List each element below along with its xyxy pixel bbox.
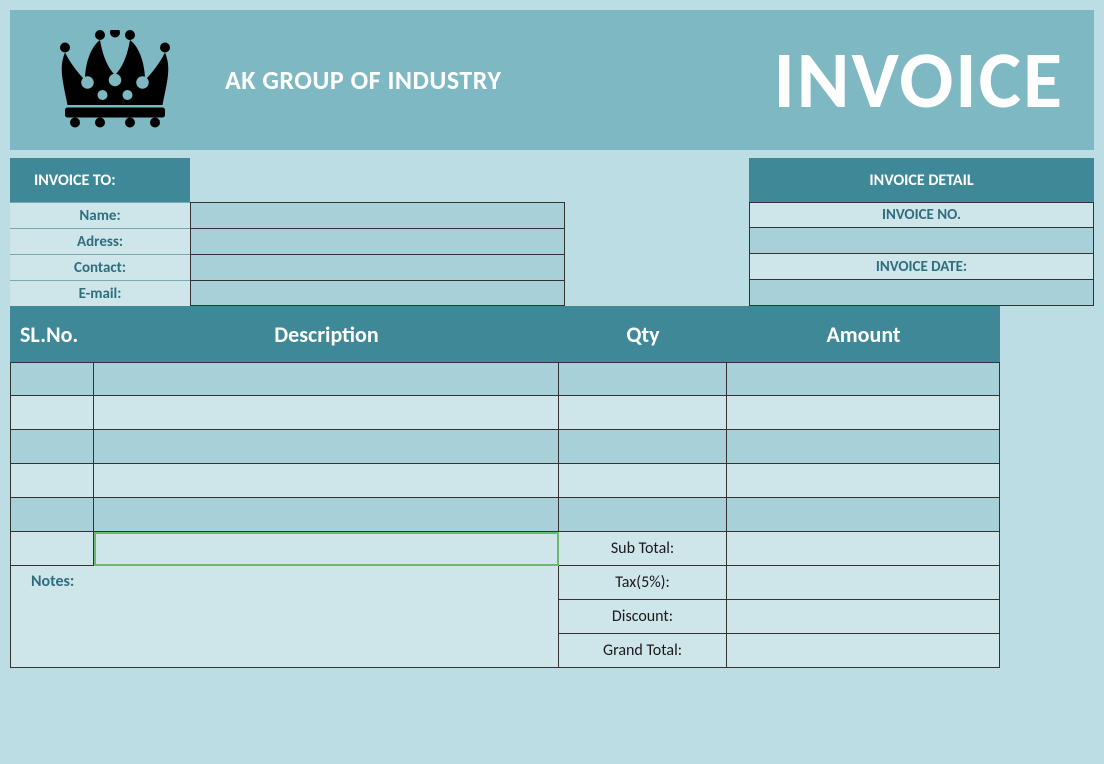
cell-desc[interactable]: [94, 464, 559, 498]
header-bar: AK GROUP OF INDUSTRY INVOICE: [10, 10, 1094, 150]
invoice-no-label: INVOICE NO.: [749, 202, 1094, 228]
cell-qty[interactable]: [559, 362, 727, 396]
cell-qty[interactable]: [559, 430, 727, 464]
info-gap: [565, 158, 749, 306]
col-header-amount: Amount: [727, 306, 1000, 362]
cell-amt[interactable]: [727, 362, 1000, 396]
col-header-slno: SL.No.: [10, 306, 94, 362]
cell-desc[interactable]: [94, 498, 559, 532]
cell-sl[interactable]: [10, 396, 94, 430]
crown-logo-icon: [40, 25, 190, 135]
items-header-row: SL.No. Description Qty Amount: [10, 306, 1000, 362]
cell-sl[interactable]: [10, 464, 94, 498]
totals-column: Tax(5%): Discount: Grand Total:: [559, 566, 1000, 668]
cell-amt[interactable]: [727, 464, 1000, 498]
cell-sl[interactable]: [10, 498, 94, 532]
cell-amt[interactable]: [727, 498, 1000, 532]
cell-sl[interactable]: [10, 430, 94, 464]
subtotal-label: Sub Total:: [559, 532, 727, 566]
field-label-contact: Contact:: [10, 254, 190, 280]
cell-desc-selected[interactable]: [94, 532, 559, 566]
info-section: INVOICE TO: Name: Adress: Contact: E-mai…: [10, 158, 1094, 306]
totals-area: Notes: Tax(5%): Discount: Grand Total:: [10, 566, 1000, 668]
notes-label: Notes:: [31, 572, 74, 591]
table-row: [10, 430, 1000, 464]
table-row: [10, 396, 1000, 430]
cell-desc[interactable]: [94, 362, 559, 396]
table-row: [10, 362, 1000, 396]
invoice-date-label: INVOICE DATE:: [749, 254, 1094, 280]
invoice-no-value[interactable]: [749, 228, 1094, 254]
field-value-contact[interactable]: [190, 254, 565, 280]
items-body: Sub Total:: [10, 362, 1000, 566]
table-row: [10, 464, 1000, 498]
col-header-description: Description: [94, 306, 559, 362]
discount-label: Discount:: [559, 600, 727, 634]
invoice-title: INVOICE: [773, 32, 1064, 129]
cell-amt[interactable]: [727, 396, 1000, 430]
grand-total-value[interactable]: [727, 634, 1000, 668]
items-table: SL.No. Description Qty Amount: [10, 306, 1094, 668]
grand-total-label: Grand Total:: [559, 634, 727, 668]
discount-value[interactable]: [727, 600, 1000, 634]
cell-qty[interactable]: [559, 498, 727, 532]
field-value-email[interactable]: [190, 280, 565, 306]
cell-desc[interactable]: [94, 430, 559, 464]
invoice-to-block: INVOICE TO: Name: Adress: Contact: E-mai…: [10, 158, 565, 306]
company-name: AK GROUP OF INDUSTRY: [225, 64, 501, 96]
cell-qty[interactable]: [559, 396, 727, 430]
field-label-name: Name:: [10, 202, 190, 228]
field-label-address: Adress:: [10, 228, 190, 254]
cell-sl[interactable]: [10, 362, 94, 396]
col-header-qty: Qty: [559, 306, 727, 362]
cell-sl[interactable]: [10, 532, 94, 566]
cell-amt[interactable]: [727, 430, 1000, 464]
notes-box[interactable]: Notes:: [10, 566, 559, 668]
invoice-page: AK GROUP OF INDUSTRY INVOICE INVOICE TO:…: [0, 0, 1104, 764]
field-value-name[interactable]: [190, 202, 565, 228]
invoice-detail-heading: INVOICE DETAIL: [749, 158, 1094, 202]
field-label-email: E-mail:: [10, 280, 190, 306]
tax-value[interactable]: [727, 566, 1000, 600]
table-row: [10, 498, 1000, 532]
cell-qty[interactable]: [559, 464, 727, 498]
subtotal-value[interactable]: [727, 532, 1000, 566]
cell-desc[interactable]: [94, 396, 559, 430]
field-value-address[interactable]: [190, 228, 565, 254]
invoice-detail-block: INVOICE DETAIL INVOICE NO. INVOICE DATE:: [749, 158, 1094, 306]
tax-label: Tax(5%):: [559, 566, 727, 600]
table-row-selected: Sub Total:: [10, 532, 1000, 566]
invoice-to-heading: INVOICE TO:: [10, 158, 190, 202]
invoice-date-value[interactable]: [749, 280, 1094, 306]
